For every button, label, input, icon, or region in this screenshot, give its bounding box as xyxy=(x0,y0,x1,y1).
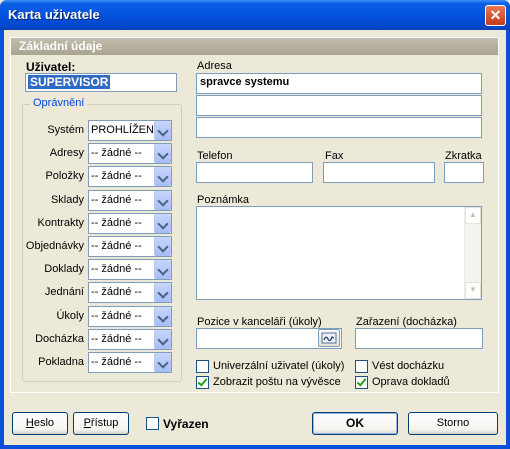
permission-select[interactable]: -- žádné -- xyxy=(88,259,172,280)
phone-input[interactable] xyxy=(196,162,313,183)
attendance-group-label: Zařazení (docházka) xyxy=(356,316,457,328)
password-button[interactable]: Heslo xyxy=(12,412,68,435)
chevron-down-icon[interactable] xyxy=(154,121,171,140)
permission-label: Jednání xyxy=(44,286,84,298)
permission-label: Úkoly xyxy=(56,310,84,322)
chevron-down-icon[interactable] xyxy=(154,237,171,256)
user-input[interactable]: SUPERVISOR xyxy=(25,73,177,92)
check-icon xyxy=(356,376,367,387)
user-value: SUPERVISOR xyxy=(28,75,111,89)
doc-correction-checkbox[interactable] xyxy=(355,376,368,389)
permission-select[interactable]: -- žádné -- xyxy=(88,213,172,234)
permission-label: Položky xyxy=(45,170,84,182)
chevron-down-icon[interactable] xyxy=(154,283,171,302)
chevron-down-icon[interactable] xyxy=(154,353,171,372)
close-icon: ✕ xyxy=(489,7,502,23)
permission-value: PROHLÍŽEN xyxy=(91,124,154,136)
permission-label: Sklady xyxy=(50,194,84,206)
permission-value: -- žádné -- xyxy=(91,356,142,368)
attendance-group-input[interactable] xyxy=(355,328,483,349)
window-title: Karta uživatele xyxy=(8,7,100,22)
fax-input[interactable] xyxy=(323,162,435,183)
ok-button[interactable]: OK xyxy=(312,412,398,435)
close-button[interactable]: ✕ xyxy=(485,5,506,26)
abbr-label: Zkratka xyxy=(445,150,482,162)
signature-icon xyxy=(321,332,337,344)
note-scrollbar[interactable]: ▲ ▼ xyxy=(464,207,481,299)
excluded-label: Vyřazen xyxy=(163,417,209,431)
permission-value: -- žádné -- xyxy=(91,263,142,275)
permission-value: -- žádné -- xyxy=(91,170,142,182)
permission-label: Pokladna xyxy=(38,356,84,368)
permission-label: Kontrakty xyxy=(37,217,84,229)
chevron-down-icon[interactable] xyxy=(154,191,171,210)
permission-label: Systém xyxy=(47,124,84,136)
permission-select[interactable]: -- žádné -- xyxy=(88,143,172,164)
chevron-down-icon[interactable] xyxy=(154,214,171,233)
section-title: Základní údaje xyxy=(11,38,498,55)
permissions-legend: Oprávnění xyxy=(30,97,88,109)
permission-select[interactable]: -- žádné -- xyxy=(88,329,172,350)
permission-select[interactable]: -- žádné -- xyxy=(88,166,172,187)
address-line-1-value: spravce systemu xyxy=(200,76,290,88)
chevron-down-icon[interactable] xyxy=(154,167,171,186)
chevron-down-icon[interactable] xyxy=(154,260,171,279)
permission-label: Objednávky xyxy=(25,240,84,252)
permission-value: -- žádné -- xyxy=(91,286,142,298)
abbr-input[interactable] xyxy=(444,162,484,183)
user-label: Uživatel: xyxy=(26,60,76,74)
fax-label: Fax xyxy=(325,150,344,162)
excluded-checkbox[interactable] xyxy=(146,417,159,430)
chevron-down-icon[interactable] xyxy=(154,307,171,326)
permission-value: -- žádné -- xyxy=(91,217,142,229)
show-mail-checkbox[interactable] xyxy=(196,376,209,389)
universal-user-checkbox[interactable] xyxy=(196,360,209,373)
permission-select[interactable]: -- žádné -- xyxy=(88,282,172,303)
pick-position-button[interactable] xyxy=(318,329,340,347)
phone-label: Telefon xyxy=(197,150,233,162)
abbr-value xyxy=(445,163,483,167)
address-line-2[interactable] xyxy=(196,95,482,116)
permission-select[interactable]: PROHLÍŽEN xyxy=(88,120,172,141)
permission-select[interactable]: -- žádné -- xyxy=(88,236,172,257)
scroll-down-icon[interactable]: ▼ xyxy=(465,282,481,299)
permission-label: Docházka xyxy=(35,333,84,345)
chevron-down-icon[interactable] xyxy=(154,330,171,349)
permission-select[interactable]: -- žádné -- xyxy=(88,306,172,327)
permission-value: -- žádné -- xyxy=(91,147,142,159)
chevron-down-icon[interactable] xyxy=(154,144,171,163)
address-line-3-value xyxy=(197,118,481,122)
address-label: Adresa xyxy=(197,60,232,72)
keep-attendance-label: Vést docházku xyxy=(372,360,445,372)
fax-value xyxy=(324,163,434,167)
note-value xyxy=(197,207,481,211)
permission-value: -- žádné -- xyxy=(91,333,142,345)
keep-attendance-checkbox[interactable] xyxy=(355,360,368,373)
cancel-button[interactable]: Storno xyxy=(408,412,498,435)
permission-value: -- žádné -- xyxy=(91,240,142,252)
scroll-up-icon[interactable]: ▲ xyxy=(465,207,481,224)
permission-value: -- žádné -- xyxy=(91,310,142,322)
password-button-label: Heslo xyxy=(25,417,55,429)
position-input[interactable] xyxy=(196,328,342,349)
access-button-label: Přístup xyxy=(83,417,119,429)
address-line-2-value xyxy=(197,96,481,100)
phone-value xyxy=(197,163,312,167)
permission-select[interactable]: -- žádné -- xyxy=(88,190,172,211)
address-line-1[interactable]: spravce systemu xyxy=(196,73,482,94)
address-line-3[interactable] xyxy=(196,117,482,138)
permission-label: Doklady xyxy=(44,263,84,275)
permission-label: Adresy xyxy=(49,147,84,159)
doc-correction-label: Oprava dokladů xyxy=(372,376,450,388)
note-label: Poznámka xyxy=(197,194,249,206)
attendance-group-value xyxy=(356,329,482,333)
permission-select[interactable]: -- žádné -- xyxy=(88,352,172,373)
access-button[interactable]: Přístup xyxy=(73,412,129,435)
note-textarea[interactable]: ▲ ▼ xyxy=(196,206,482,300)
universal-user-label: Univerzální uživatel (úkoly) xyxy=(213,360,345,372)
show-mail-label: Zobrazit poštu na vývěsce xyxy=(213,376,341,388)
position-label: Pozice v kanceláři (úkoly) xyxy=(197,316,322,328)
permission-value: -- žádné -- xyxy=(91,194,142,206)
check-icon xyxy=(197,376,208,387)
